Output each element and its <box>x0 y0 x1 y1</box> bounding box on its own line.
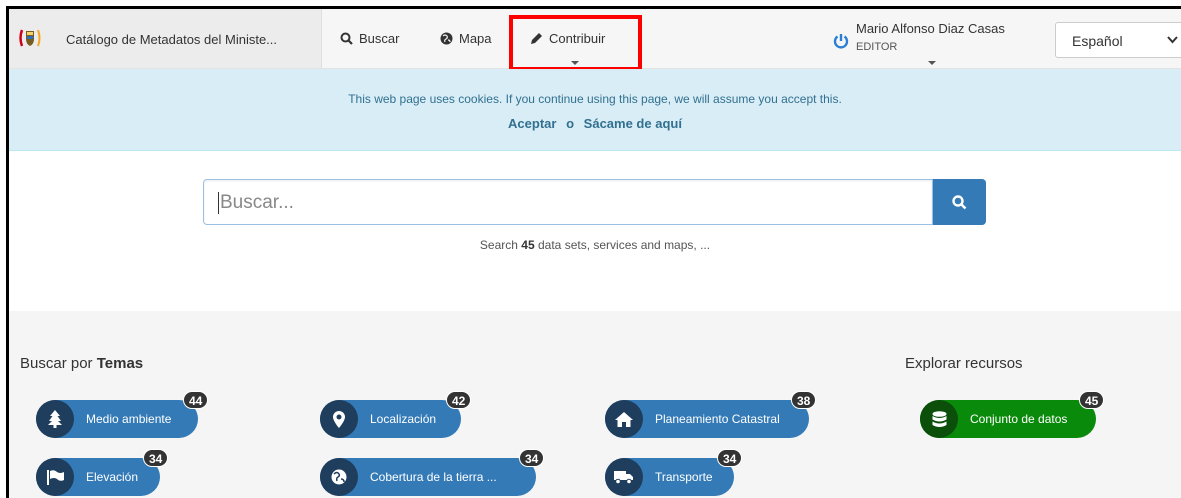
topic-chip-transporte[interactable]: Transporte 34 <box>605 449 743 496</box>
truck-icon <box>605 458 643 496</box>
power-icon <box>833 34 849 49</box>
resources-title: Explorar recursos <box>905 355 1023 372</box>
topic-label: Transporte <box>655 470 713 484</box>
pencil-icon <box>531 33 542 44</box>
nav-contribuir-label: Contribuir <box>549 31 606 46</box>
search-placeholder: Buscar... <box>220 192 294 213</box>
topic-count-badge: 44 <box>183 391 209 409</box>
topic-label: Cobertura de la tierra ... <box>370 470 497 484</box>
globe-icon <box>440 32 453 45</box>
nav-buscar-label: Buscar <box>359 31 400 46</box>
topic-label: Localización <box>370 412 437 426</box>
cookie-leave-link[interactable]: Sácame de aquí <box>584 116 682 131</box>
search-icon <box>340 32 353 45</box>
chevron-down-icon <box>1167 36 1178 44</box>
language-select[interactable]: Español <box>1055 22 1181 58</box>
resource-chip-conjunto-de-datos[interactable]: Conjunto de datos 45 <box>920 391 1105 438</box>
database-icon <box>920 400 958 438</box>
topics-title-bold: Temas <box>96 355 144 372</box>
browse-section: Buscar por Temas Explorar recursos Medio… <box>9 311 1181 498</box>
resource-label: Conjunto de datos <box>970 412 1068 426</box>
topic-label: Planeamiento Catastral <box>655 412 780 426</box>
home-icon <box>605 400 643 438</box>
topic-count-badge: 34 <box>143 449 169 467</box>
search-input[interactable]: Buscar... <box>203 179 933 225</box>
cookie-accept-link[interactable]: Aceptar <box>508 116 556 131</box>
search-icon <box>952 194 967 209</box>
topic-count-badge: 38 <box>791 391 817 409</box>
text-cursor <box>218 192 219 214</box>
topic-count-badge: 42 <box>446 391 472 409</box>
search-hint-suffix: data sets, services and maps, ... <box>538 238 711 252</box>
search-hint-count: 45 <box>521 238 535 252</box>
topic-chip-elevacion[interactable]: Elevación 34 <box>36 449 169 496</box>
search-hint-prefix: Search <box>479 238 518 252</box>
tree-icon <box>36 400 74 438</box>
flag-icon <box>36 458 74 496</box>
nav-buscar[interactable]: Buscar <box>340 9 399 68</box>
navbar: Catálogo de Metadatos del Ministe... Bus… <box>9 9 1181 69</box>
topic-label: Elevación <box>86 470 139 484</box>
topics-title: Buscar por Temas <box>20 355 143 372</box>
topics-title-prefix: Buscar por <box>20 355 93 372</box>
cookie-actions: Aceptar o Sácame de aquí <box>9 116 1181 131</box>
brand-title: Catálogo de Metadatos del Ministe... <box>66 32 278 47</box>
topic-count-badge: 34 <box>519 449 545 467</box>
cookie-banner: This web page uses cookies. If you conti… <box>9 69 1181 151</box>
cookie-message: This web page uses cookies. If you conti… <box>348 92 842 106</box>
topic-chip-localizacion[interactable]: Localización 42 <box>320 391 472 438</box>
user-name: Mario Alfonso Diaz Casas <box>856 21 1005 36</box>
brand-link[interactable]: Catálogo de Metadatos del Ministe... <box>9 9 322 68</box>
user-caret-icon <box>928 61 936 65</box>
nav-mapa-label: Mapa <box>459 31 492 46</box>
topic-chip-medio-ambiente[interactable]: Medio ambiente 44 <box>36 391 209 438</box>
cookie-or: o <box>566 116 575 131</box>
globe-icon <box>320 458 358 496</box>
topic-count-badge: 34 <box>717 449 743 467</box>
coat-of-arms-icon <box>19 29 41 47</box>
nav-mapa[interactable]: Mapa <box>440 9 492 68</box>
language-value: Español <box>1072 33 1123 49</box>
page: Catálogo de Metadatos del Ministe... Bus… <box>6 6 1181 498</box>
resource-count-badge: 45 <box>1079 391 1105 409</box>
search-button[interactable] <box>933 179 986 225</box>
map-marker-icon <box>320 400 358 438</box>
topic-chip-cobertura[interactable]: Cobertura de la tierra ... 34 <box>320 449 545 496</box>
search-hint: Search 45 data sets, services and maps, … <box>9 238 1181 252</box>
topic-label: Medio ambiente <box>86 412 172 426</box>
topic-chip-planeamiento-catastral[interactable]: Planeamiento Catastral 38 <box>605 391 817 438</box>
user-role: EDITOR <box>856 41 898 53</box>
nav-contribuir[interactable]: Contribuir <box>530 9 605 68</box>
contribuir-caret-icon <box>571 61 579 65</box>
